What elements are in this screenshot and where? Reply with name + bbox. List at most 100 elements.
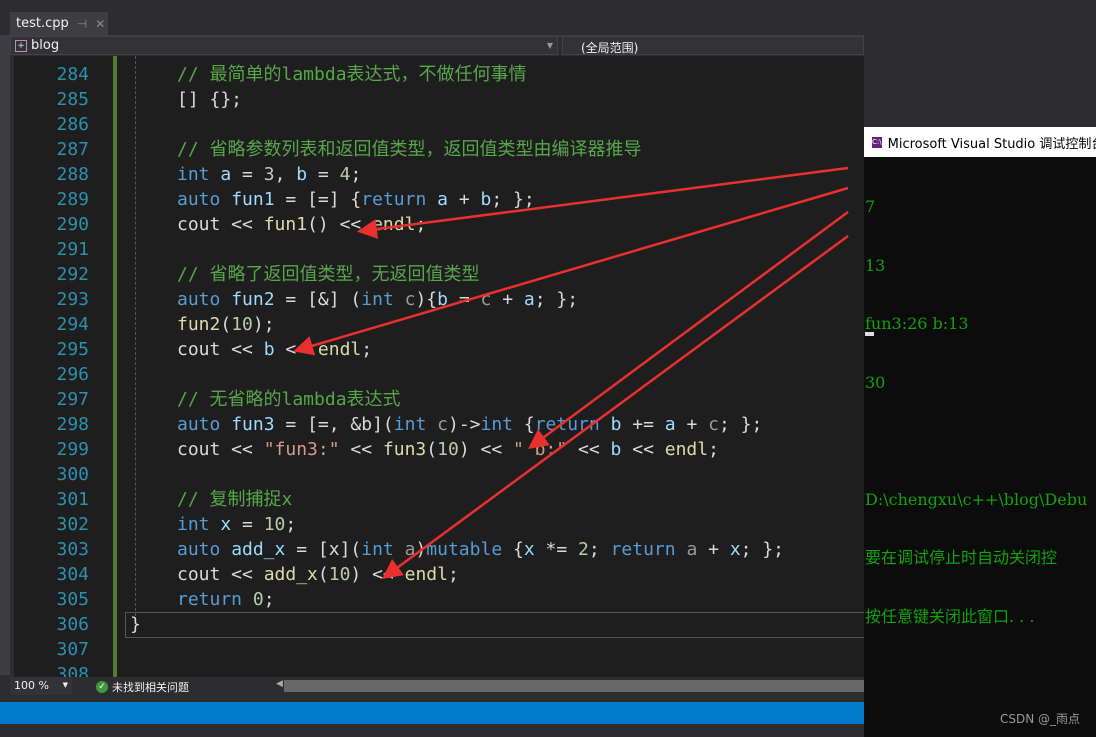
code-text: return 0;: [177, 587, 275, 612]
code-line[interactable]: 303 auto add_x = [x](int a)mutable {x *= …: [14, 537, 864, 562]
line-number: 285: [56, 89, 89, 110]
code-line[interactable]: 288 int a = 3, b = 4;: [14, 162, 864, 187]
code-token: // 复制捕捉x: [177, 489, 293, 510]
code-token: +=: [621, 414, 665, 435]
code-token: +: [675, 414, 709, 435]
close-icon[interactable]: ✕: [95, 17, 105, 31]
code-token: ) <<: [458, 439, 513, 460]
code-line[interactable]: 291: [14, 237, 864, 262]
code-token: (: [220, 314, 232, 335]
console-title-bar[interactable]: C:\ Microsoft Visual Studio 调试控制台: [864, 127, 1096, 157]
code-token: ) <<: [350, 564, 405, 585]
code-line[interactable]: 289 auto fun1 = [=] {return a + b; };: [14, 187, 864, 212]
code-token: 4: [339, 164, 351, 185]
scope-dropdown[interactable]: (全局范围): [562, 36, 864, 55]
code-line[interactable]: 304 cout << add_x(10) << endl;: [14, 562, 864, 587]
code-line[interactable]: 307: [14, 637, 864, 662]
line-number: 293: [56, 289, 89, 310]
code-token: cout <<: [177, 214, 264, 235]
code-token: {: [513, 414, 535, 435]
code-token: cout <<: [177, 339, 264, 360]
code-line[interactable]: 292 // 省略了返回值类型，无返回值类型: [14, 262, 864, 287]
code-token: "fun3:": [263, 439, 340, 460]
code-text: // 无省略的lambda表达式: [177, 387, 401, 412]
code-token: x: [220, 514, 232, 535]
pin-icon[interactable]: ⊣: [77, 17, 87, 31]
code-token: auto: [177, 189, 221, 210]
code-token: fun2: [231, 289, 275, 310]
code-token: int: [361, 539, 394, 560]
code-editor[interactable]: 284// 最简单的lambda表达式，不做任何事情 285[] {}; 286 28…: [14, 56, 864, 677]
code-token: +: [697, 539, 730, 560]
code-token: auto: [177, 414, 221, 435]
code-line[interactable]: 293 auto fun2 = [&] (int c){b = c + a; };: [14, 287, 864, 312]
code-token: b: [480, 189, 492, 210]
line-number: 295: [56, 339, 89, 360]
code-token: int: [361, 289, 394, 310]
code-token: = [=] {: [274, 189, 362, 210]
code-token: =: [307, 164, 340, 185]
code-token: +: [447, 189, 481, 210]
code-token: fun1: [263, 214, 308, 235]
code-token: a: [686, 539, 698, 560]
code-line[interactable]: 290 cout << fun1() << endl;: [14, 212, 864, 237]
code-token: 10: [263, 514, 286, 535]
issues-indicator[interactable]: ✓ 未找到相关问题: [96, 679, 189, 695]
code-token: auto: [177, 289, 221, 310]
code-line[interactable]: 296: [14, 362, 864, 387]
code-token: <<: [274, 339, 318, 360]
scroll-left-icon[interactable]: ◀: [276, 679, 283, 689]
code-token: int: [177, 514, 210, 535]
code-token: // 无省略的lambda表达式: [177, 389, 401, 410]
code-line[interactable]: 285 [] {};: [14, 87, 864, 112]
code-line[interactable]: 305 return 0;: [14, 587, 864, 612]
line-number: 294: [56, 314, 89, 335]
code-token: fun2: [177, 314, 221, 335]
code-token: cout <<: [177, 439, 264, 460]
code-line[interactable]: 294 fun2(10);: [14, 312, 864, 337]
code-token: [] {};: [177, 89, 243, 110]
line-number: 299: [56, 439, 89, 460]
code-line[interactable]: 298 auto fun3 = [=, &b](int c)->int {retu…: [14, 412, 864, 437]
code-text: cout << "fun3:" << fun3(10) << " b:" << …: [177, 437, 719, 462]
code-line[interactable]: 297 // 无省略的lambda表达式: [14, 387, 864, 412]
code-token: b: [296, 164, 308, 185]
project-name: blog: [31, 38, 60, 53]
code-token: ; };: [740, 539, 785, 560]
code-line[interactable]: 299 cout << "fun3:" << fun3(10) << " b:" …: [14, 437, 864, 462]
code-token: c: [708, 414, 719, 435]
horizontal-scrollbar[interactable]: [284, 680, 864, 692]
code-token: b: [437, 289, 448, 310]
project-dropdown[interactable]: + blog ▼: [10, 36, 558, 55]
zoom-dropdown[interactable]: 100 % ▼: [10, 677, 72, 695]
code-text: cout << b << endl;: [177, 337, 372, 362]
code-line[interactable]: 308: [14, 662, 864, 677]
code-token: add_x: [231, 539, 286, 560]
code-text: // 最简单的lambda表达式，不做任何事情: [177, 62, 527, 87]
code-token: mutable: [426, 539, 503, 560]
code-token: // 省略了返回值类型，无返回值类型: [177, 264, 480, 285]
code-line[interactable]: 287 // 省略参数列表和返回值类型，返回值类型由编译器推导: [14, 137, 864, 162]
code-token: ; };: [491, 189, 535, 210]
code-line[interactable]: 295 cout << b << endl;: [14, 337, 864, 362]
code-token: 10: [437, 439, 459, 460]
code-text: auto add_x = [x](int a)mutable {x *= 2; …: [177, 537, 784, 562]
zoom-level: 100 %: [14, 679, 49, 692]
code-line[interactable]: 302 int x = 10;: [14, 512, 864, 537]
code-line[interactable]: 300: [14, 462, 864, 487]
code-line[interactable]: 301 // 复制捕捉x: [14, 487, 864, 512]
code-token: add_x: [263, 564, 318, 585]
code-token: 2: [578, 539, 589, 560]
code-line[interactable]: 284 // 最简单的lambda表达式，不做任何事情: [14, 62, 864, 87]
status-bar: [0, 702, 864, 724]
debug-console-window[interactable]: C:\ Microsoft Visual Studio 调试控制台 7 13 f…: [864, 127, 1096, 737]
code-token: return: [610, 539, 676, 560]
tab-test-cpp[interactable]: test.cpp ⊣ ✕: [10, 12, 108, 35]
code-line[interactable]: 306}: [14, 612, 864, 637]
code-token: ,: [274, 164, 297, 185]
code-token: // 省略参数列表和返回值类型，返回值类型由编译器推导: [177, 139, 642, 160]
code-token: a: [393, 539, 416, 560]
code-line[interactable]: 286: [14, 112, 864, 137]
code-token: ;: [285, 514, 297, 535]
